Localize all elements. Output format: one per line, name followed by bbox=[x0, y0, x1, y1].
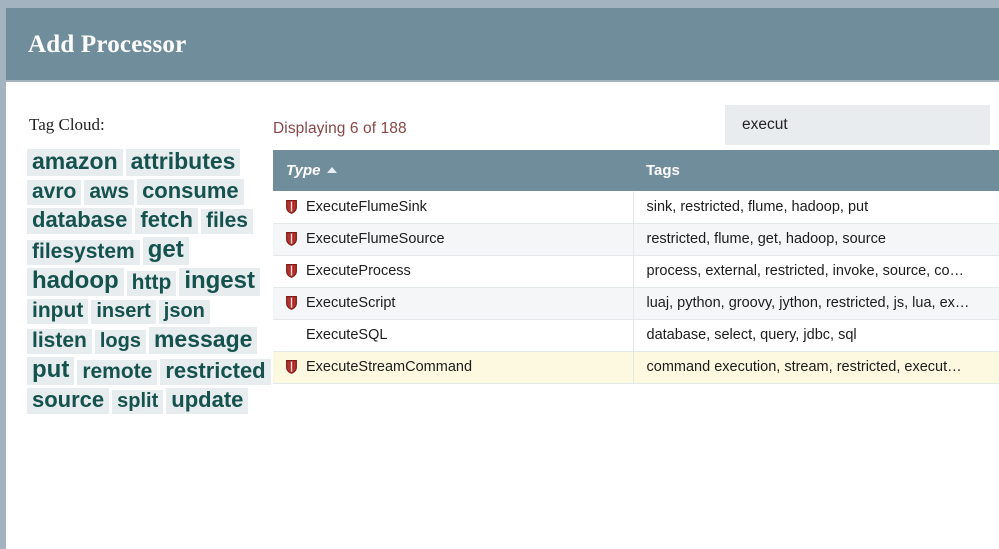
column-header-type-label: Type bbox=[286, 162, 320, 179]
search-input[interactable] bbox=[725, 105, 990, 145]
tag-chip[interactable]: consume bbox=[137, 179, 244, 205]
tag-chip[interactable]: input bbox=[27, 299, 88, 324]
processor-type-label: ExecuteFlumeSource bbox=[306, 231, 445, 247]
column-header-tags-label: Tags bbox=[646, 162, 680, 179]
results-panel: Displaying 6 of 188 Type Tags ExecuteFlu… bbox=[265, 82, 999, 549]
type-cell-inner: ExecuteScript bbox=[286, 295, 627, 311]
table-header: Type Tags bbox=[273, 150, 999, 191]
tag-chip[interactable]: aws bbox=[84, 180, 134, 205]
table-row[interactable]: ExecuteStreamCommand command execution, s… bbox=[273, 351, 999, 383]
column-header-type[interactable]: Type bbox=[273, 150, 633, 191]
tag-chip[interactable]: remote bbox=[77, 360, 157, 385]
dialog-body: Tag Cloud: amazonattributes avroawsconsum… bbox=[6, 82, 999, 549]
type-cell-inner: ExecuteFlumeSource bbox=[286, 231, 627, 247]
processor-type-label: ExecuteSQL bbox=[306, 327, 387, 343]
table-row[interactable]: ExecuteFlumeSource restricted, flume, get… bbox=[273, 223, 999, 255]
type-cell-inner: ExecuteFlumeSink bbox=[286, 199, 627, 215]
cell-type: ExecuteFlumeSink bbox=[273, 191, 633, 223]
tag-chip[interactable]: avro bbox=[27, 180, 81, 205]
tag-chip[interactable]: json bbox=[159, 300, 210, 324]
add-processor-dialog: Add Processor Tag Cloud: amazonattribute… bbox=[0, 0, 999, 549]
processor-type-label: ExecuteProcess bbox=[306, 263, 411, 279]
cell-tags: luaj, python, groovy, jython, restricted… bbox=[633, 287, 999, 319]
tag-cloud-panel: Tag Cloud: amazonattributes avroawsconsum… bbox=[24, 82, 272, 549]
column-header-tags[interactable]: Tags bbox=[633, 150, 999, 191]
table-row[interactable]: ExecuteProcess process, external, restric… bbox=[273, 255, 999, 287]
cell-type: ExecuteFlumeSource bbox=[273, 223, 633, 255]
shield-icon bbox=[286, 296, 297, 310]
cell-type: ExecuteScript bbox=[273, 287, 633, 319]
table-body: ExecuteFlumeSink sink, restricted, flume,… bbox=[273, 191, 999, 383]
tag-chip[interactable]: http bbox=[127, 271, 177, 296]
page-title: Add Processor bbox=[6, 32, 186, 57]
icon-placeholder bbox=[286, 328, 297, 342]
tag-chip[interactable]: ingest bbox=[179, 268, 260, 296]
type-cell-inner: ExecuteStreamCommand bbox=[286, 359, 627, 375]
tag-chip[interactable]: filesystem bbox=[27, 240, 140, 265]
tag-chip[interactable]: database bbox=[27, 208, 132, 234]
tag-cloud-list: amazonattributes avroawsconsumedatabasefe… bbox=[27, 149, 272, 417]
tag-chip[interactable]: listen bbox=[27, 329, 92, 354]
shield-icon bbox=[286, 200, 297, 214]
shield-icon bbox=[286, 264, 297, 278]
cell-tags: restricted, flume, get, hadoop, source bbox=[633, 223, 999, 255]
cell-tags: command execution, stream, restricted, e… bbox=[633, 351, 999, 383]
displaying-count: Displaying 6 of 188 bbox=[273, 120, 407, 138]
tag-chip[interactable]: message bbox=[149, 327, 257, 354]
cell-tags: sink, restricted, flume, hadoop, put bbox=[633, 191, 999, 223]
processor-table: Type Tags ExecuteFlumeSink sink, restrict… bbox=[273, 150, 999, 384]
tag-chip[interactable]: files bbox=[201, 209, 253, 234]
triangle-up-icon bbox=[327, 167, 337, 173]
processor-type-label: ExecuteScript bbox=[306, 295, 395, 311]
tag-chip[interactable]: split bbox=[112, 390, 163, 414]
tag-chip[interactable]: logs bbox=[95, 330, 146, 354]
shield-icon bbox=[286, 360, 297, 374]
cell-tags: process, external, restricted, invoke, s… bbox=[633, 255, 999, 287]
tag-chip[interactable]: amazon bbox=[27, 149, 123, 176]
cell-type: ExecuteSQL bbox=[273, 319, 633, 351]
tag-chip[interactable]: hadoop bbox=[27, 268, 124, 296]
type-cell-inner: ExecuteSQL bbox=[286, 327, 627, 343]
tag-chip[interactable]: attributes bbox=[126, 149, 241, 176]
table-row[interactable]: ExecuteFlumeSink sink, restricted, flume,… bbox=[273, 191, 999, 223]
tag-chip[interactable]: insert bbox=[91, 300, 155, 324]
processor-type-label: ExecuteFlumeSink bbox=[306, 199, 427, 215]
tag-chip[interactable]: fetch bbox=[135, 208, 198, 234]
tag-chip[interactable]: restricted bbox=[160, 359, 270, 385]
tag-chip[interactable]: get bbox=[143, 237, 189, 265]
processor-type-label: ExecuteStreamCommand bbox=[306, 359, 472, 375]
shield-icon bbox=[286, 232, 297, 246]
tag-chip[interactable]: put bbox=[27, 357, 74, 385]
table-header-row: Type Tags bbox=[273, 150, 999, 191]
cell-tags: database, select, query, jdbc, sql bbox=[633, 319, 999, 351]
table-row[interactable]: ExecuteSQL database, select, query, jdbc,… bbox=[273, 319, 999, 351]
tag-cloud-label: Tag Cloud: bbox=[29, 115, 272, 135]
cell-type: ExecuteStreamCommand bbox=[273, 351, 633, 383]
table-row[interactable]: ExecuteScript luaj, python, groovy, jytho… bbox=[273, 287, 999, 319]
dialog-header: Add Processor bbox=[6, 8, 999, 80]
cell-type: ExecuteProcess bbox=[273, 255, 633, 287]
tag-chip[interactable]: source bbox=[27, 388, 109, 414]
type-cell-inner: ExecuteProcess bbox=[286, 263, 627, 279]
tag-chip[interactable]: update bbox=[166, 388, 248, 414]
